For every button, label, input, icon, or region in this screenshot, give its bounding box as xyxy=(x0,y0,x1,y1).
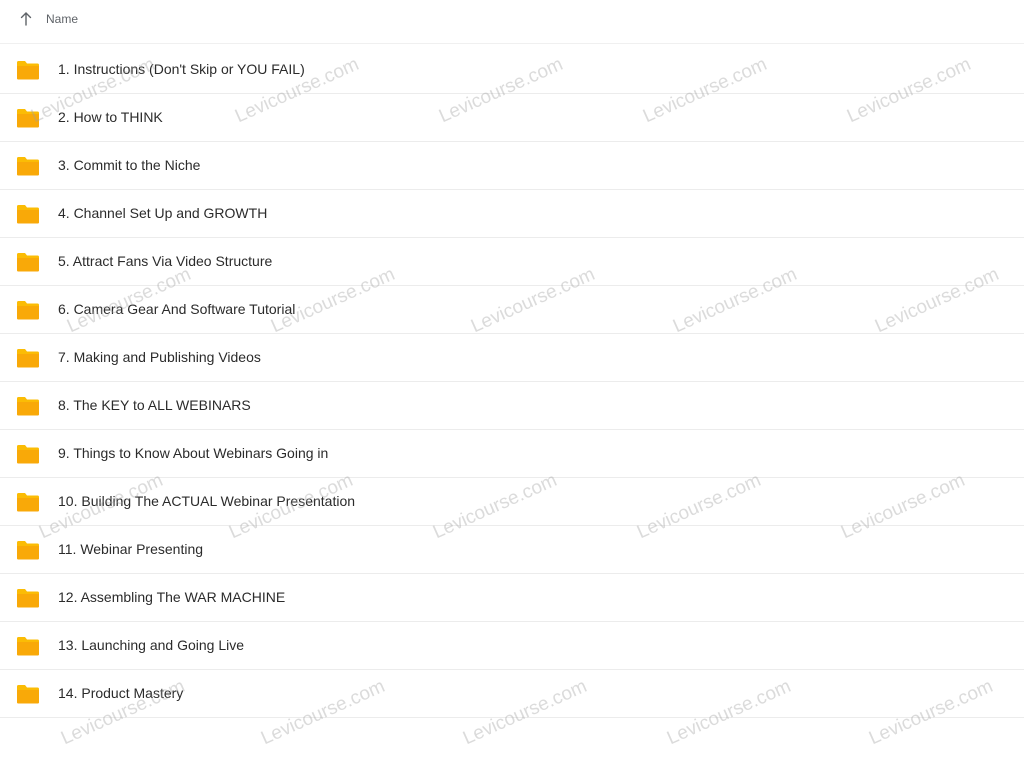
folder-name: 7. Making and Publishing Videos xyxy=(58,349,261,365)
folder-icon xyxy=(17,541,39,560)
folder-name: 4. Channel Set Up and GROWTH xyxy=(58,205,268,221)
folder-icon xyxy=(17,205,39,224)
folder-name: 14. Product Mastery xyxy=(58,685,184,701)
folder-icon xyxy=(17,349,39,368)
folder-icon xyxy=(17,157,39,176)
folder-name: 8. The KEY to ALL WEBINARS xyxy=(58,397,251,413)
folder-icon xyxy=(17,589,39,608)
list-header: Name xyxy=(0,0,1024,44)
folder-row[interactable]: 8. The KEY to ALL WEBINARS xyxy=(0,382,1024,430)
folder-row[interactable]: 3. Commit to the Niche xyxy=(0,142,1024,190)
folder-row[interactable]: 13. Launching and Going Live xyxy=(0,622,1024,670)
folder-row[interactable]: 2. How to THINK xyxy=(0,94,1024,142)
folder-row[interactable]: 9. Things to Know About Webinars Going i… xyxy=(0,430,1024,478)
folder-row[interactable]: 1. Instructions (Don't Skip or YOU FAIL) xyxy=(0,46,1024,94)
folder-icon xyxy=(17,637,39,656)
folder-row[interactable]: 14. Product Mastery xyxy=(0,670,1024,718)
folder-name: 2. How to THINK xyxy=(58,109,163,125)
folder-name: 1. Instructions (Don't Skip or YOU FAIL) xyxy=(58,61,305,77)
folder-name: 12. Assembling The WAR MACHINE xyxy=(58,589,286,605)
folder-row[interactable]: 10. Building The ACTUAL Webinar Presenta… xyxy=(0,478,1024,526)
folder-name: 11. Webinar Presenting xyxy=(58,541,204,557)
folder-icon xyxy=(17,397,39,416)
folder-row[interactable]: 7. Making and Publishing Videos xyxy=(0,334,1024,382)
folder-icon xyxy=(17,109,39,128)
folder-name: 9. Things to Know About Webinars Going i… xyxy=(58,445,329,461)
file-browser: Name 1. Instructions (Don't Skip or YOU … xyxy=(0,0,1024,768)
folder-name: 6. Camera Gear And Software Tutorial xyxy=(58,301,296,317)
folder-list: 1. Instructions (Don't Skip or YOU FAIL)… xyxy=(0,46,1024,718)
folder-icon xyxy=(17,445,39,464)
column-header-name[interactable]: Name xyxy=(46,12,78,26)
folder-name: 5. Attract Fans Via Video Structure xyxy=(58,253,273,269)
folder-icon xyxy=(17,685,39,704)
folder-row[interactable]: 6. Camera Gear And Software Tutorial xyxy=(0,286,1024,334)
folder-icon xyxy=(17,301,39,320)
folder-name: 10. Building The ACTUAL Webinar Presenta… xyxy=(58,493,356,509)
folder-icon xyxy=(17,61,39,80)
folder-icon xyxy=(17,253,39,272)
folder-row[interactable]: 4. Channel Set Up and GROWTH xyxy=(0,190,1024,238)
arrow-up-icon[interactable] xyxy=(17,10,35,28)
folder-row[interactable]: 5. Attract Fans Via Video Structure xyxy=(0,238,1024,286)
folder-icon xyxy=(17,493,39,512)
folder-row[interactable]: 11. Webinar Presenting xyxy=(0,526,1024,574)
folder-name: 3. Commit to the Niche xyxy=(58,157,201,173)
folder-row[interactable]: 12. Assembling The WAR MACHINE xyxy=(0,574,1024,622)
folder-name: 13. Launching and Going Live xyxy=(58,637,245,653)
